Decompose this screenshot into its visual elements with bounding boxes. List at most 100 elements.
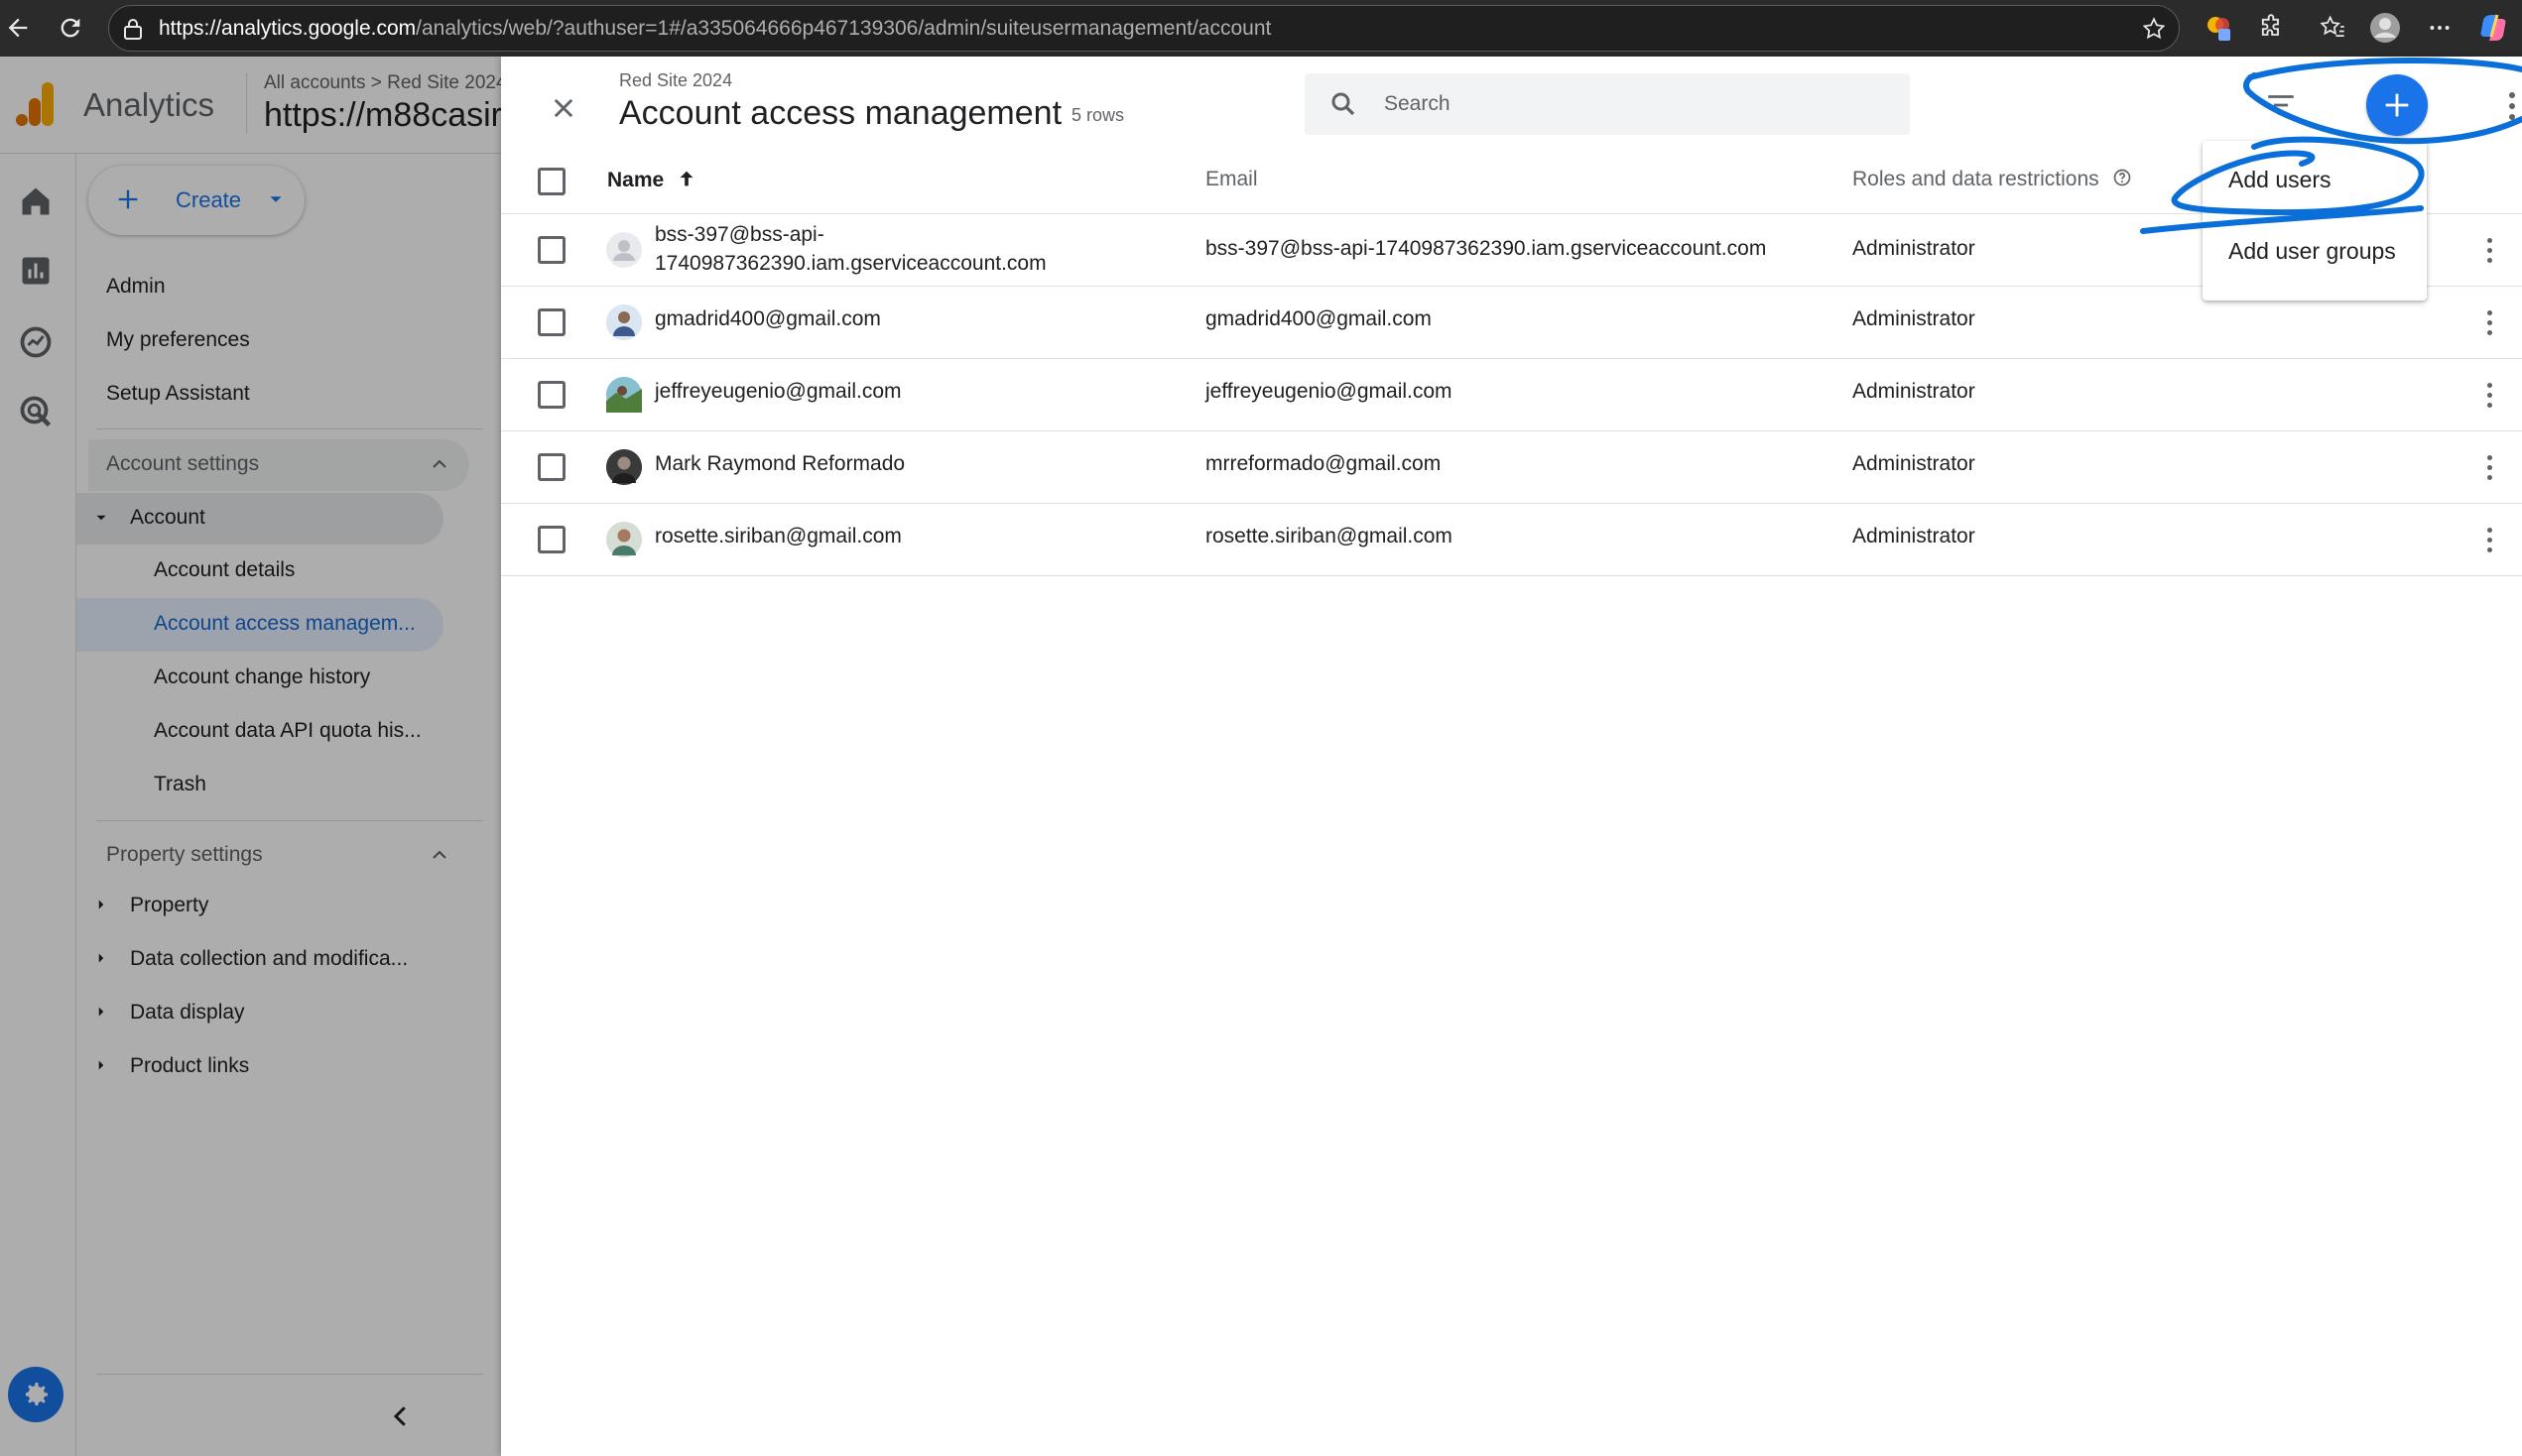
nav-account[interactable]: Account (76, 493, 443, 545)
home-icon[interactable] (18, 183, 54, 224)
header-divider (246, 72, 247, 134)
roles-header-label: Roles and data restrictions (1852, 168, 2099, 190)
lock-icon (123, 18, 143, 45)
caret-down-icon (92, 509, 110, 532)
more-vert-icon[interactable] (2506, 86, 2518, 131)
column-header-name[interactable]: Name (607, 168, 697, 192)
nav-account-change-history[interactable]: Account change history (154, 666, 511, 689)
row-more-icon[interactable] (2479, 520, 2499, 559)
table-row[interactable]: rosette.siriban@gmail.com rosette.siriba… (501, 503, 2522, 575)
nav-account-access-management[interactable]: Account access managem... (76, 598, 443, 652)
row-checkbox[interactable] (538, 236, 566, 264)
url-text: https://analytics.google.com/analytics/w… (159, 17, 1272, 40)
user-email: gmadrid400@gmail.com (1205, 307, 1432, 330)
row-more-icon[interactable] (2479, 303, 2499, 342)
account-settings-section[interactable]: Account settings (88, 439, 469, 491)
nav-account-api-quota[interactable]: Account data API quota his... (154, 719, 511, 743)
section-label: Account settings (106, 452, 260, 475)
row-more-icon[interactable] (2479, 230, 2499, 270)
copilot-icon[interactable] (2476, 11, 2510, 45)
left-rail (0, 154, 76, 1456)
advertising-icon[interactable] (18, 394, 54, 434)
product-name: Analytics (83, 86, 215, 123)
menu-add-users[interactable]: Add users (2228, 167, 2332, 193)
nav-divider (96, 1374, 483, 1375)
admin-settings-icon[interactable] (8, 1367, 63, 1422)
reports-icon[interactable] (18, 253, 54, 294)
plus-icon (2385, 93, 2409, 117)
table-row[interactable]: Mark Raymond Reformado mrreformado@gmail… (501, 430, 2522, 503)
table-bottom-border (501, 575, 2522, 576)
sort-ascending-icon (680, 171, 694, 186)
nav-divider (96, 428, 483, 429)
row-count: 5 rows (1072, 104, 1125, 125)
star-icon[interactable] (2141, 16, 2167, 47)
explore-icon[interactable] (18, 324, 54, 365)
user-name: Mark Raymond Reformado (655, 452, 906, 475)
profile-avatar-icon[interactable] (2368, 11, 2402, 45)
help-icon[interactable] (2112, 168, 2132, 187)
nav-setup-assistant[interactable]: Setup Assistant (106, 382, 250, 406)
avatar (606, 232, 642, 268)
nav-trash[interactable]: Trash (154, 773, 511, 796)
nav-admin[interactable]: Admin (106, 275, 166, 299)
nav-my-preferences[interactable]: My preferences (106, 328, 250, 352)
user-role: Administrator (1852, 380, 1975, 403)
caret-right-icon (92, 1003, 110, 1026)
user-role: Administrator (1852, 237, 1975, 260)
property-nav-group: Property Data collection and modifica...… (76, 888, 503, 1106)
search-input[interactable]: Search (1305, 73, 1910, 135)
back-icon[interactable] (0, 10, 36, 46)
row-checkbox[interactable] (538, 453, 566, 481)
row-more-icon[interactable] (2479, 447, 2499, 487)
nav-divider (96, 820, 483, 821)
more-horizontal-icon[interactable] (2423, 11, 2457, 45)
avatar (606, 449, 642, 485)
collapse-chevron-icon[interactable] (386, 1401, 416, 1436)
plus-icon (114, 185, 142, 218)
search-icon (1328, 89, 1358, 124)
close-icon[interactable] (541, 85, 586, 131)
row-checkbox[interactable] (538, 381, 566, 409)
user-name: jeffreyeugenio@gmail.com (655, 380, 902, 403)
user-name: bss-397@bss-api- 1740987362390.iam.gservi… (655, 220, 1047, 278)
analytics-logo-icon (16, 82, 56, 131)
address-bar[interactable]: https://analytics.google.com/analytics/w… (108, 5, 2180, 52)
select-all-checkbox[interactable] (538, 168, 566, 195)
row-more-icon[interactable] (2479, 375, 2499, 415)
create-button[interactable]: Create (88, 166, 305, 235)
nav-data-display[interactable]: Data display (130, 1001, 245, 1025)
user-role: Administrator (1852, 307, 1975, 330)
column-header-roles[interactable]: Roles and data restrictions (1852, 168, 2132, 191)
reload-icon[interactable] (53, 10, 88, 46)
nav-property[interactable]: Property (130, 894, 208, 917)
caret-right-icon (92, 896, 110, 918)
user-name: rosette.siriban@gmail.com (655, 525, 902, 547)
title-text: Account access management (619, 94, 1063, 132)
browser-toolbar: https://analytics.google.com/analytics/w… (0, 0, 2522, 57)
table-row[interactable]: jeffreyeugenio@gmail.com jeffreyeugenio@… (501, 358, 2522, 430)
nav-data-collection[interactable]: Data collection and modifica... (130, 947, 408, 971)
add-button[interactable] (2366, 74, 2428, 136)
nav-product-links[interactable]: Product links (130, 1054, 249, 1078)
nav-account-label: Account (130, 506, 205, 529)
menu-add-user-groups[interactable]: Add user groups (2228, 238, 2396, 265)
nav-account-details[interactable]: Account details (154, 558, 511, 582)
extensions-puzzle-icon[interactable] (2254, 11, 2288, 45)
breadcrumb[interactable]: All accounts > Red Site 2024 (264, 72, 507, 94)
property-name[interactable]: https://m88casir (264, 96, 502, 135)
dropdown-arrow-icon (265, 188, 287, 215)
favorites-icon[interactable] (2316, 11, 2349, 45)
filter-icon[interactable] (2264, 88, 2298, 127)
column-header-email[interactable]: Email (1205, 168, 1258, 191)
extension-colorful-icon[interactable] (2203, 11, 2236, 45)
property-settings-section[interactable]: Property settings (88, 830, 469, 882)
caret-right-icon (92, 949, 110, 972)
user-role: Administrator (1852, 525, 1975, 547)
row-checkbox[interactable] (538, 308, 566, 336)
section-label: Property settings (106, 843, 263, 866)
row-checkbox[interactable] (538, 526, 566, 553)
user-role: Administrator (1852, 452, 1975, 475)
admin-sidenav: Create Admin My preferences Setup Assist… (76, 154, 503, 1456)
user-email: mrreformado@gmail.com (1205, 452, 1442, 475)
